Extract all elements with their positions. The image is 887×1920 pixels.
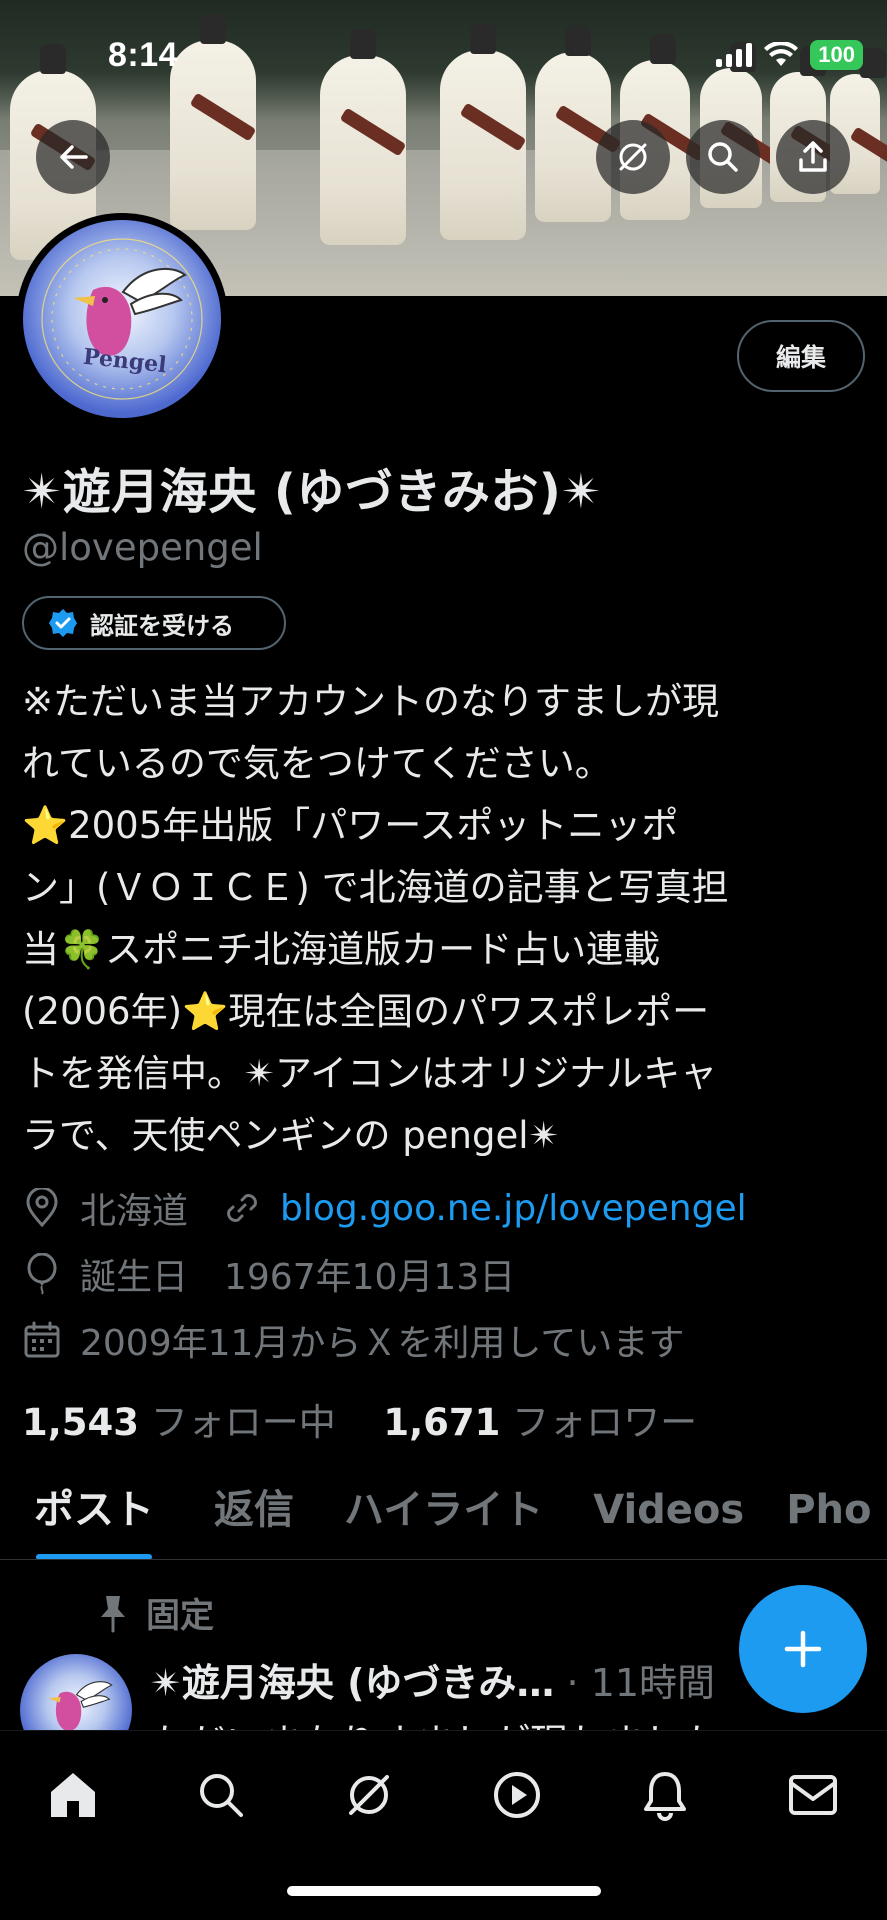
follow-stats: 1,543 フォロー中 1,671 フォロワー: [22, 1392, 697, 1446]
play-icon: [494, 1772, 540, 1818]
banner-figure: [535, 26, 611, 222]
birthday-row: 誕生日 1967年10月13日: [22, 1248, 515, 1300]
tab-highlights[interactable]: ハイライト: [344, 1468, 543, 1559]
followers-link[interactable]: 1,671 フォロワー: [383, 1401, 697, 1444]
search-icon: [200, 1774, 243, 1817]
following-link[interactable]: 1,543 フォロー中: [22, 1401, 348, 1444]
status-time: 8:14: [108, 36, 179, 74]
share-button[interactable]: [776, 120, 850, 194]
tab-replies[interactable]: 返信: [214, 1468, 294, 1559]
grok-button[interactable]: [596, 120, 670, 194]
home-indicator: [287, 1886, 601, 1896]
profile-tabs: ポスト 返信 ハイライト Videos Pho: [0, 1468, 887, 1560]
get-verified-button[interactable]: 認証を受ける: [22, 596, 286, 650]
banner-figure: [440, 24, 526, 240]
share-icon: [799, 141, 827, 172]
tab-photos[interactable]: Pho: [786, 1468, 871, 1559]
balloon-icon: [22, 1253, 62, 1295]
battery-indicator: 100: [810, 40, 863, 70]
get-verified-label: 認証を受ける: [90, 611, 234, 640]
back-button[interactable]: [36, 120, 110, 194]
status-icons: 100: [716, 40, 863, 70]
home-icon: [51, 1773, 95, 1817]
display-name: ✴︎遊月海央 (ゆづきみお)✴︎: [22, 464, 603, 520]
pengel-logo: [41, 238, 203, 400]
pin-icon: [101, 1595, 125, 1632]
pinned-label: 固定: [146, 1596, 214, 1636]
joined-text: 2009年11月からＸを利用しています: [80, 1323, 685, 1364]
banner-figure: [170, 14, 256, 230]
location-text: 北海道: [80, 1191, 189, 1232]
location-website-row: 北海道 blog.goo.ne.jp/lovepengel: [22, 1182, 747, 1234]
tab-posts[interactable]: ポスト: [34, 1468, 154, 1559]
location-pin-icon: [22, 1188, 62, 1228]
username: @lovepengel: [22, 526, 263, 569]
search-button[interactable]: [686, 120, 760, 194]
mail-icon: [789, 1775, 837, 1815]
nav-messages[interactable]: [783, 1765, 843, 1825]
calendar-icon: [22, 1320, 62, 1360]
nav-notifications[interactable]: [635, 1765, 695, 1825]
bell-icon: [644, 1772, 686, 1821]
nav-grok[interactable]: [339, 1765, 399, 1825]
nav-video[interactable]: [487, 1765, 547, 1825]
link-icon: [222, 1188, 262, 1228]
profile-avatar[interactable]: Pengel: [16, 213, 228, 425]
nav-home[interactable]: [43, 1765, 103, 1825]
grok-icon: [619, 143, 647, 171]
website-link[interactable]: blog.goo.ne.jp/lovepengel: [280, 1188, 747, 1229]
edit-profile-button[interactable]: 編集: [737, 320, 865, 392]
followers-label: フォロワー: [512, 1401, 698, 1444]
pinned-indicator: 固定: [96, 1588, 214, 1637]
cellular-signal-icon: [716, 43, 753, 67]
compose-button[interactable]: [739, 1585, 867, 1713]
wifi-icon: [764, 42, 799, 66]
joined-row: 2009年11月からＸを利用しています: [22, 1314, 684, 1366]
post-author-name[interactable]: ✴︎遊月海央 (ゆづきみ…: [150, 1661, 554, 1705]
birthday-text: 誕生日 1967年10月13日: [80, 1257, 516, 1298]
plus-icon: [784, 1630, 822, 1668]
followers-count: 1,671: [383, 1401, 501, 1444]
following-label: フォロー中: [150, 1401, 336, 1444]
following-count: 1,543: [22, 1401, 140, 1444]
banner-figure: [320, 29, 406, 245]
avatar-image: Pengel: [23, 220, 221, 418]
nav-search[interactable]: [191, 1765, 251, 1825]
post-header: ✴︎遊月海央 (ゆづきみ… · 11時間: [150, 1652, 715, 1707]
tab-videos[interactable]: Videos: [593, 1468, 744, 1559]
profile-bio: ※ただいま当アカウントのなりすましが現 れているので気をつけてください。 ⭐20…: [22, 680, 729, 1157]
back-arrow-icon: [60, 145, 88, 169]
grok-icon: [349, 1775, 389, 1815]
search-icon: [708, 142, 738, 172]
verified-badge-icon: [49, 609, 77, 637]
post-time: · 11時間: [566, 1661, 716, 1705]
